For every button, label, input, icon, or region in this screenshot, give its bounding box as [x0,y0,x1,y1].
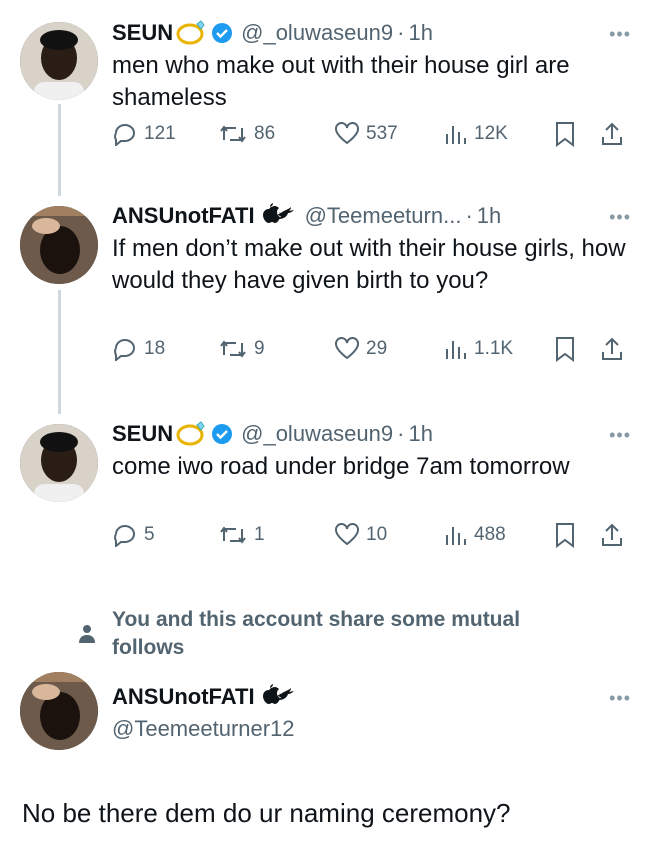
reply-icon [114,124,135,146]
retweet-icon [220,125,246,143]
ring-emoji-icon [175,421,207,447]
view-count: 488 [474,524,506,545]
avatar[interactable] [20,672,98,750]
views-icon [446,341,466,359]
avatar[interactable] [20,424,98,502]
view-count: 1.1K [474,338,514,359]
heart-icon [335,122,359,145]
author-name[interactable]: ANSUnotFATI [112,203,255,229]
author-handle[interactable]: @Teemeeturner12 [112,716,631,742]
tweet[interactable]: SEUN @_oluwaseun9 · 1h ••• come iwo road… [112,419,631,548]
author-handle[interactable]: @_oluwaseun9 [241,421,393,447]
author-name[interactable]: SEUN [112,421,173,447]
tweet-text: If men don’t make out with their house g… [112,235,626,294]
retweet-button[interactable]: 9 [218,337,265,361]
retweet-icon [220,340,246,358]
reply-icon [114,339,135,361]
verified-badge-icon [211,423,233,445]
like-count: 537 [366,123,398,144]
more-options-icon[interactable]: ••• [609,207,631,228]
separator-dot: · [397,421,405,446]
like-button[interactable]: 537 [334,122,398,146]
share-button[interactable] [600,121,630,147]
thread-line [58,104,61,196]
tweet[interactable]: SEUN @_oluwaseun9 · 1h ••• men who make … [112,18,631,147]
bookmark-icon [556,337,574,362]
bookmark-icon [556,523,574,548]
apple-and-bird-emoji-icon [261,203,297,229]
tweet[interactable]: ANSUnotFATI @Teemeeturn... · 1h ••• If m… [112,201,631,362]
person-icon [78,624,96,649]
share-button[interactable] [600,522,630,548]
reply-count: 18 [144,338,166,359]
view-count: 12K [474,123,508,144]
reply-text: No be there dem do ur naming ceremony? [22,798,511,828]
reply-count: 121 [144,123,176,144]
like-count: 10 [366,524,388,545]
tweet-text: come iwo road under bridge 7am tomorrow [112,453,570,480]
retweet-icon [220,526,246,544]
separator-dot: · [397,20,405,45]
timestamp[interactable]: 1h [408,20,432,46]
apple-and-bird-emoji-icon [261,684,297,710]
separator-dot: · [465,203,473,228]
avatar[interactable] [20,22,98,100]
mutual-follows-notice: You and this account share some mutual f… [112,608,521,659]
timestamp[interactable]: 1h [477,203,501,229]
more-options-icon[interactable]: ••• [609,425,631,446]
author-name[interactable]: ANSUnotFATI [112,684,255,710]
views-icon [446,527,466,545]
author-handle[interactable]: @_oluwaseun9 [241,20,393,46]
share-icon [602,122,622,145]
avatar[interactable] [20,206,98,284]
bookmark-button[interactable] [554,522,582,548]
like-count: 29 [366,338,388,359]
tweet-text: men who make out with their house girl a… [112,52,570,111]
heart-icon [335,337,359,360]
reply-button[interactable]: 5 [112,523,155,547]
heart-icon [335,523,359,546]
more-options-icon[interactable]: ••• [609,688,631,709]
retweet-button[interactable]: 1 [218,523,265,547]
reply-author-card[interactable]: ANSUnotFATI ••• @Teemeeturner12 [112,682,631,742]
like-button[interactable]: 10 [334,523,387,547]
reply-button[interactable]: 18 [112,337,165,361]
bookmark-button[interactable] [554,336,582,362]
retweet-count: 86 [254,123,276,144]
thread-line [58,290,61,414]
share-icon [602,523,622,546]
timestamp[interactable]: 1h [408,421,432,447]
more-options-icon[interactable]: ••• [609,24,631,45]
reply-icon [114,525,135,547]
views-button[interactable]: 1.1K [442,337,513,361]
views-button[interactable]: 488 [442,523,506,547]
views-button[interactable]: 12K [442,122,508,146]
verified-badge-icon [211,22,233,44]
ring-emoji-icon [175,20,207,46]
bookmark-button[interactable] [554,121,582,147]
retweet-button[interactable]: 86 [218,122,275,146]
bookmark-icon [556,122,574,147]
author-handle[interactable]: @Teemeeturn... [305,203,462,229]
like-button[interactable]: 29 [334,337,387,361]
retweet-count: 9 [254,338,265,359]
views-icon [446,126,466,144]
share-button[interactable] [600,336,630,362]
reply-button[interactable]: 121 [112,122,176,146]
author-name[interactable]: SEUN [112,20,173,46]
retweet-count: 1 [254,524,265,545]
share-icon [602,337,622,360]
reply-count: 5 [144,524,155,545]
